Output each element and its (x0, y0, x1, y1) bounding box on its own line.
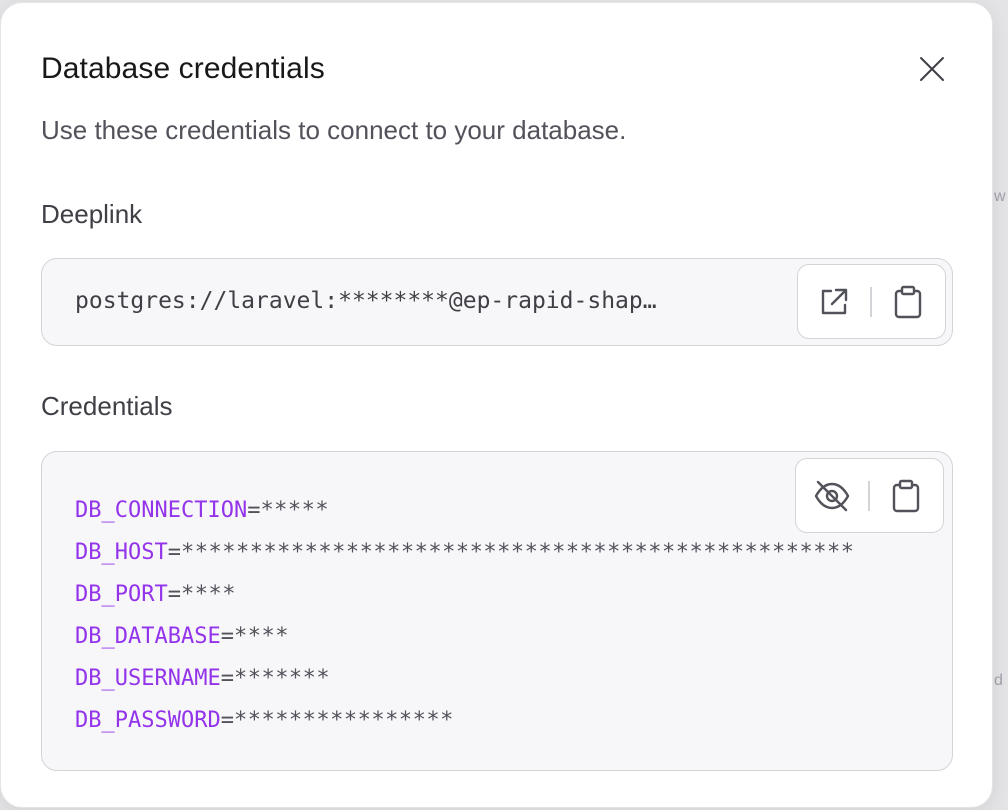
deeplink-field: postgres://laravel:********@ep-rapid-sha… (41, 258, 953, 346)
background-fragment: w (994, 188, 1006, 205)
clipboard-icon (891, 479, 921, 513)
modal-subtitle: Use these credentials to connect to your… (41, 115, 627, 145)
deeplink-value[interactable]: postgres://laravel:********@ep-rapid-sha… (75, 288, 765, 314)
external-link-icon (817, 285, 851, 319)
close-icon (919, 56, 945, 82)
deeplink-actions (797, 264, 946, 339)
credential-line: DB_USERNAME=******* (75, 666, 331, 691)
credential-line: DB_DATABASE=**** (75, 624, 289, 649)
credential-value: ******* (233, 666, 331, 691)
credential-key: DB_HOST (75, 540, 168, 565)
credential-line: DB_PORT=**** (75, 582, 236, 607)
credential-key: DB_PORT (75, 582, 168, 607)
modal-title: Database credentials (41, 52, 325, 85)
credential-value: **** (233, 624, 289, 649)
toggle-visibility-button[interactable] (796, 459, 868, 532)
copy-deeplink-button[interactable] (872, 265, 944, 338)
credential-line: DB_HOST=********************************… (75, 540, 855, 565)
credential-key: DB_CONNECTION (75, 498, 248, 523)
eye-off-icon (813, 479, 851, 513)
credential-line: DB_PASSWORD=**************** (75, 708, 454, 733)
credential-value: ***** (260, 498, 330, 523)
credentials-label: Credentials (41, 391, 173, 421)
credentials-lines[interactable]: DB_CONNECTION=***** DB_HOST=************… (75, 490, 854, 742)
deeplink-label: Deeplink (41, 199, 143, 229)
credential-key: DB_USERNAME (75, 666, 221, 691)
credential-line: DB_CONNECTION=***** (75, 498, 330, 523)
credential-value: **** (180, 582, 236, 607)
open-link-button[interactable] (798, 265, 870, 338)
clipboard-icon (893, 285, 923, 319)
credential-key: DB_PASSWORD (75, 708, 221, 733)
credential-value: ****************************************… (180, 540, 855, 565)
credential-value: **************** (233, 708, 454, 733)
credentials-actions (795, 458, 944, 533)
copy-credentials-button[interactable] (870, 459, 942, 532)
credential-key: DB_DATABASE (75, 624, 221, 649)
credentials-block: DB_CONNECTION=***** DB_HOST=************… (41, 451, 953, 771)
credentials-modal: Database credentials Use these credentia… (0, 2, 993, 808)
close-button[interactable] (911, 48, 953, 90)
background-fragment: d (994, 672, 1003, 689)
